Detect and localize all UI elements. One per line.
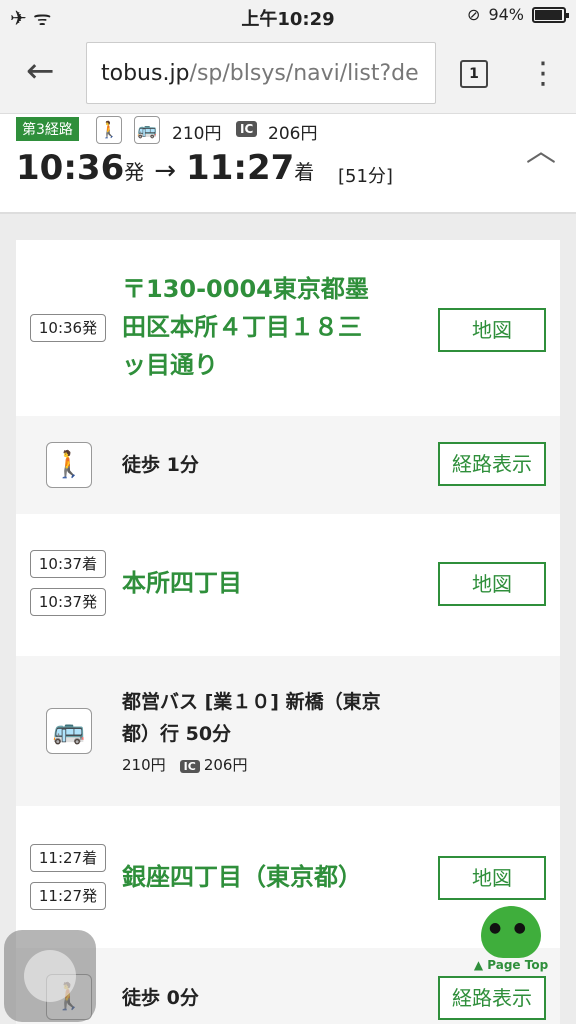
origin-name-line: 〒130-0004東京都墨 [122,275,369,303]
walk-text: 徒歩 1分 [122,454,199,476]
collapse-chevron-icon[interactable]: ︿ [526,126,556,170]
route-badge: 第3経路 [16,117,79,141]
fare-ic: 206円 [268,124,318,144]
stop-honjo: 10:37着 10:37発 本所四丁目 地図 [16,514,560,656]
origin-stop: 10:36発 〒130-0004東京都墨 田区本所４丁目１８三 ッ目通り 地図 [16,240,560,416]
stop-depart-time: 10:37発 [30,588,106,616]
mascot-icon [481,906,541,958]
arrive-time: 11:27 [186,148,295,188]
walk-icon: 🚶 [46,442,92,488]
origin-map-button[interactable]: 地図 [438,308,546,352]
route-times: 10:36発 → 11:27着 [16,148,314,188]
bus-line-2: 都）行 50分 [122,723,232,745]
bus-fare: 210円 IC 206円 [122,754,247,775]
stop-name[interactable]: 本所四丁目 [122,564,242,602]
stop-name[interactable]: 銀座四丁目（東京都） [122,858,362,896]
tab-switcher-button[interactable]: 1 [460,60,488,88]
ic-card-icon: IC [236,121,258,137]
bus-icon: 🚌 [134,116,160,144]
page-top-button[interactable]: ▲ Page Top [468,904,554,990]
depart-suffix: 発 [124,160,145,184]
stop-depart-time: 11:27発 [30,882,106,910]
stop-map-button[interactable]: 地図 [438,562,546,606]
walk-segment: 🚶 徒歩 1分 経路表示 [16,416,560,514]
origin-name-line: ッ目通り [122,351,218,379]
bus-fare-cash: 210円 [122,756,166,774]
battery-icon [532,6,569,23]
browser-toolbar: ← tobus.jp/sp/blsys/navi/list?de 1 ⋮ [0,32,576,114]
route-display-button[interactable]: 経路表示 [438,442,546,486]
walk-text: 徒歩 0分 [122,987,199,1009]
orientation-lock-icon: ⊘ [467,5,481,24]
bus-fare-ic: 206円 [203,756,248,774]
origin-depart-time: 10:36発 [30,314,106,342]
status-bar: ✈ ᯤ 上午10:29 ⊘ 94% [0,0,576,32]
bus-icon: 🚌 [46,708,92,754]
url-bar[interactable]: tobus.jp/sp/blsys/navi/list?de [86,42,436,104]
stop-arrive-time: 11:27着 [30,844,106,872]
walk-icon: 🚶 [96,116,122,144]
back-arrow-icon[interactable]: ← [26,54,55,88]
arrive-suffix: 着 [294,160,315,184]
fare-cash: 210円 [172,124,222,144]
depart-time: 10:36 [16,148,125,188]
battery-percent: 94% [488,5,524,24]
origin-name-line: 田区本所４丁目１８三 [122,313,362,341]
more-menu-icon[interactable]: ⋮ [528,54,558,94]
route-duration: [51分] [338,166,393,187]
stop-arrive-time: 10:37着 [30,550,106,578]
url-domain: tobus.jp [101,61,190,86]
assistive-touch-button[interactable] [4,930,96,1022]
stop-map-button[interactable]: 地図 [438,856,546,900]
bus-segment: 🚌 都営バス [業１０] 新橋（東京 都）行 50分 210円 IC 206円 [16,656,560,806]
status-right: ⊘ 94% [467,5,569,24]
arrow: → [154,156,177,186]
bus-line-1: 都営バス [業１０] 新橋（東京 [122,691,381,713]
page-top-label: ▲ Page Top [473,958,549,972]
route-summary[interactable]: 第3経路 🚶 🚌 210円 IC 206円 10:36発 → 11:27着 [51分… [0,114,576,214]
url-path: /sp/blsys/navi/list?de [189,61,419,86]
ic-card-icon: IC [179,760,200,773]
origin-name[interactable]: 〒130-0004東京都墨 田区本所４丁目１８三 ッ目通り [122,270,369,384]
